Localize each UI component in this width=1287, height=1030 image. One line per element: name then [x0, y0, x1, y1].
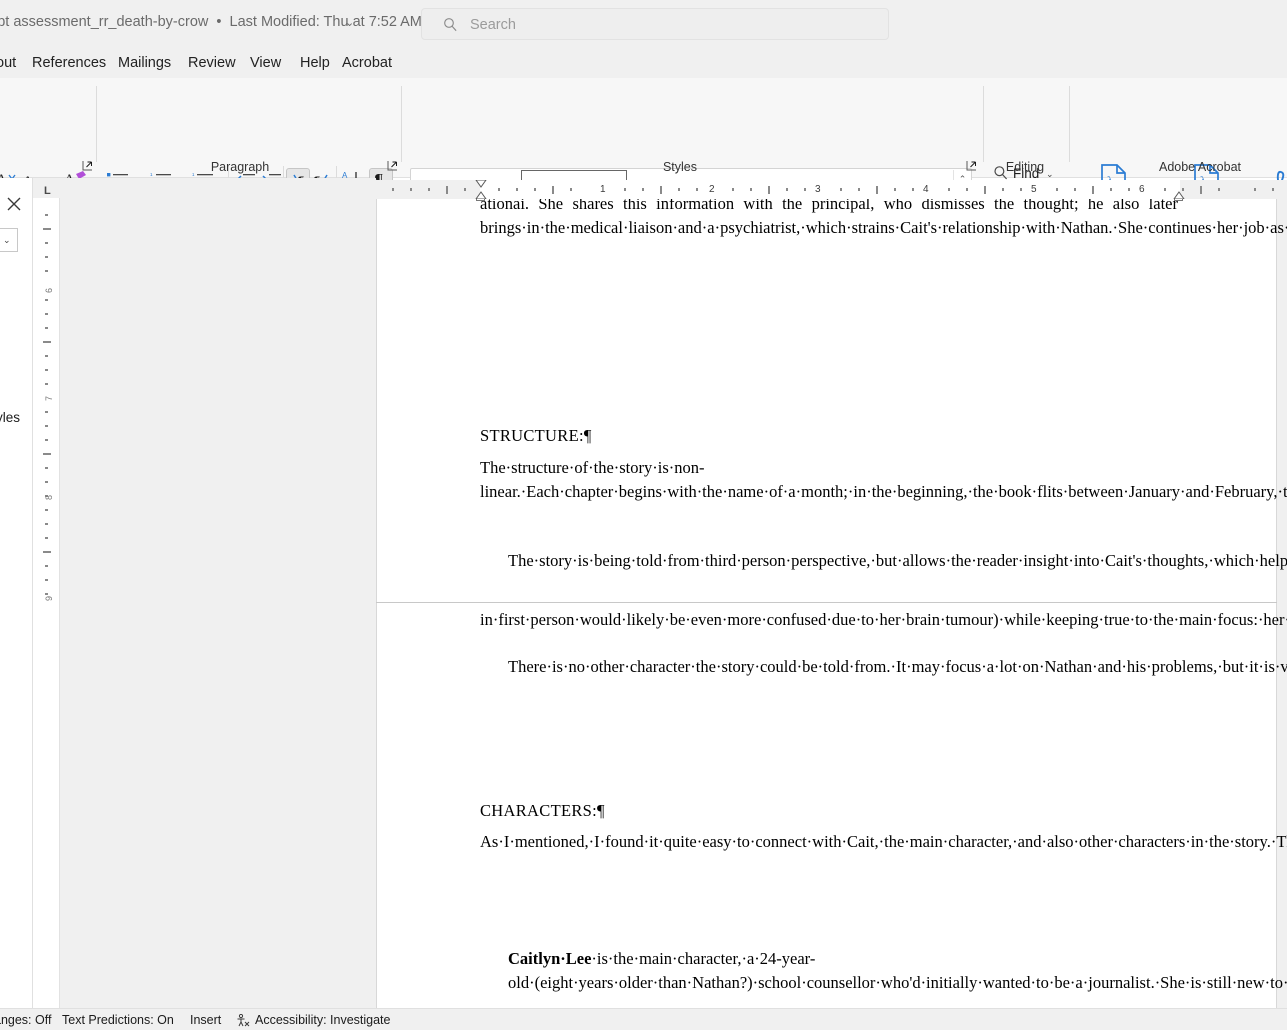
- tab-review[interactable]: Review: [182, 48, 242, 78]
- tab-view[interactable]: View: [244, 48, 287, 78]
- text-predictions-status[interactable]: Text Predictions: On: [62, 1013, 174, 1027]
- paragraph-structure-4[interactable]: There·is·no·other·character·the·story·co…: [480, 655, 1287, 679]
- close-icon[interactable]: [7, 197, 21, 211]
- horizontal-ruler[interactable]: 1 2 3 4 5 6: [376, 180, 1287, 199]
- pane-dropdown[interactable]: o ⌄: [0, 228, 18, 252]
- search-box[interactable]: Search: [421, 8, 889, 40]
- hruler-number-5: 5: [1031, 184, 1037, 195]
- vruler-number-8: 8: [44, 494, 54, 500]
- vruler-number-6: 6: [44, 287, 54, 293]
- group-separator: [1069, 86, 1070, 162]
- tab-layout[interactable]: out: [0, 48, 22, 78]
- styles-dialog-launcher-icon[interactable]: [966, 160, 977, 171]
- group-separator: [96, 86, 97, 162]
- paragraph-dialog-launcher-icon[interactable]: [387, 160, 398, 171]
- hanging-indent-marker[interactable]: [475, 191, 487, 199]
- title-bar: ipt assessment_rr_death-by-crow • Last M…: [0, 0, 1287, 48]
- editing-group-label: Editing: [1005, 160, 1045, 174]
- right-indent-marker[interactable]: [1173, 191, 1185, 199]
- paragraph-characters-1[interactable]: As·I·mentioned,·I·found·it·quite·easy·to…: [480, 830, 1287, 854]
- title-separator: •: [216, 14, 222, 30]
- font-dialog-launcher-icon[interactable]: [82, 160, 93, 171]
- group-separator: [401, 86, 402, 162]
- document-title: ipt assessment_rr_death-by-crow: [0, 14, 209, 30]
- last-modified-label: Last Modified: Thu at 7:52 AM: [229, 14, 422, 30]
- paragraph-character-caitlyn[interactable]: Caitlyn·Lee·is·the·main·character,·a·24-…: [480, 947, 1287, 994]
- tab-stop-selector[interactable]: L: [44, 185, 51, 197]
- tab-mailings[interactable]: Mailings: [112, 48, 177, 78]
- document-canvas[interactable]: ationai. She shares this information wit…: [60, 199, 1287, 1008]
- hruler-number-1: 1: [600, 184, 606, 195]
- chevron-down-icon[interactable]: ⌄: [345, 16, 354, 29]
- character-name-caitlyn: Caitlyn·Lee: [508, 949, 592, 968]
- character-description-caitlyn: ·is·the·main·character,·a·24-year-old·(e…: [508, 949, 1287, 992]
- tab-acrobat[interactable]: Acrobat: [336, 48, 398, 78]
- accessibility-status[interactable]: Accessibility: Investigate: [255, 1013, 390, 1027]
- paragraph-plot-continued[interactable]: ationai. She shares this information wit…: [480, 199, 1287, 239]
- heading-structure[interactable]: STRUCTURE:¶: [480, 424, 1178, 448]
- hruler-number-3: 3: [815, 184, 821, 195]
- paragraph-group-label: Paragraph: [210, 160, 270, 174]
- hruler-number-6: 6: [1139, 184, 1145, 195]
- tab-help[interactable]: Help: [294, 48, 336, 78]
- chevron-down-icon[interactable]: ⌄: [3, 235, 11, 246]
- styles-group-label: Styles: [662, 160, 698, 174]
- search-placeholder: Search: [470, 17, 516, 33]
- ribbon-tab-strip: out References Mailings Review View Help…: [0, 48, 1287, 78]
- track-changes-status[interactable]: anges: Off: [0, 1013, 51, 1027]
- pane-footer-label: yles: [0, 410, 21, 425]
- document-page-1[interactable]: [376, 199, 1277, 602]
- paragraph-structure-3[interactable]: in·first·person·would·likely·be·even·mor…: [480, 608, 1287, 632]
- page-break-separator: [376, 602, 1277, 603]
- insert-mode-status[interactable]: Insert: [190, 1013, 221, 1027]
- paragraph-structure-2[interactable]: The·story·is·being·told·from·third·perso…: [480, 549, 1287, 573]
- vruler-number-7: 7: [44, 395, 54, 401]
- vertical-ruler[interactable]: 6 7 8 9: [33, 198, 60, 1008]
- acrobat-group-label: Adobe Acrobat: [1158, 160, 1241, 174]
- document-title-bar[interactable]: ipt assessment_rr_death-by-crow • Last M…: [0, 14, 422, 30]
- status-bar: anges: Off Text Predictions: On Insert A…: [0, 1008, 1287, 1030]
- tab-references[interactable]: References: [26, 48, 112, 78]
- first-line-indent-marker[interactable]: [475, 180, 487, 188]
- hruler-number-2: 2: [709, 184, 715, 195]
- ribbon: A Aa ⌄ A ⌄ A ⌄: [0, 78, 1287, 236]
- search-icon: [444, 18, 457, 32]
- navigation-pane: [0, 178, 33, 1008]
- group-separator: [983, 86, 984, 162]
- heading-characters[interactable]: CHARACTERS:¶: [480, 799, 1178, 823]
- hruler-number-4: 4: [923, 184, 929, 195]
- vruler-number-9: 9: [44, 595, 54, 601]
- accessibility-person-icon: [237, 1014, 250, 1027]
- paragraph-structure-1[interactable]: The·structure·of·the·story·is·non-linear…: [480, 456, 1287, 503]
